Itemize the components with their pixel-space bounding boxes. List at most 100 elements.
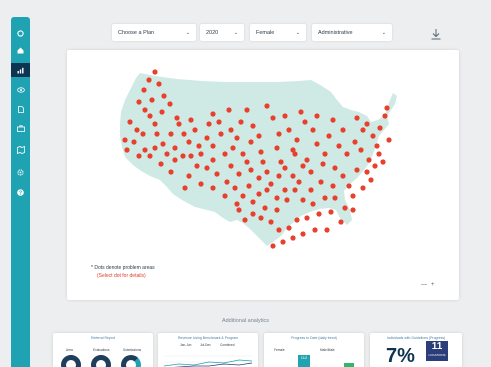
- problem-area-dot[interactable]: [264, 169, 270, 175]
- problem-area-dot[interactable]: [346, 183, 352, 189]
- problem-area-dot[interactable]: [240, 151, 246, 157]
- problem-area-dot[interactable]: [206, 121, 212, 127]
- problem-area-dot[interactable]: [350, 207, 356, 213]
- problem-area-dot[interactable]: [164, 151, 170, 157]
- problem-area-dot[interactable]: [248, 167, 254, 173]
- problem-area-dot[interactable]: [290, 173, 296, 179]
- problem-area-dot[interactable]: [194, 163, 200, 169]
- problem-area-dot[interactable]: [250, 211, 256, 217]
- problem-area-dot[interactable]: [286, 225, 292, 231]
- problem-area-dot[interactable]: [300, 197, 306, 203]
- problem-area-dot[interactable]: [310, 201, 316, 207]
- problem-area-dot[interactable]: [214, 171, 220, 177]
- problem-area-dot[interactable]: [188, 117, 194, 123]
- problem-area-dot[interactable]: [386, 137, 392, 143]
- plan-select[interactable]: Choose a Plan ⌄: [112, 24, 196, 41]
- problem-area-dot[interactable]: [122, 137, 128, 143]
- sidebar-item-circle[interactable]: [11, 26, 30, 40]
- problem-area-dot[interactable]: [384, 105, 390, 111]
- problem-area-dot[interactable]: [296, 179, 302, 185]
- problem-area-dot[interactable]: [350, 193, 356, 199]
- problem-area-dot[interactable]: [280, 239, 286, 245]
- problem-area-dot[interactable]: [236, 171, 242, 177]
- problem-area-dot[interactable]: [264, 103, 270, 109]
- problem-area-dot[interactable]: [158, 161, 164, 167]
- problem-area-dot[interactable]: [256, 191, 262, 197]
- sidebar-item-eye[interactable]: [11, 83, 30, 97]
- problem-area-dot[interactable]: [147, 113, 153, 119]
- problem-area-dot[interactable]: [250, 199, 256, 205]
- problem-area-dot[interactable]: [308, 169, 314, 175]
- problem-area-dot[interactable]: [218, 131, 224, 137]
- problem-area-dot[interactable]: [159, 109, 165, 115]
- problem-area-dot[interactable]: [210, 185, 216, 191]
- problem-area-dot[interactable]: [318, 179, 324, 185]
- problem-area-dot[interactable]: [141, 87, 147, 93]
- problem-area-dot[interactable]: [142, 107, 148, 113]
- problem-area-dot[interactable]: [300, 163, 306, 169]
- problem-area-dot[interactable]: [286, 127, 292, 133]
- problem-area-dot[interactable]: [238, 119, 244, 125]
- problem-area-dot[interactable]: [186, 139, 192, 145]
- problem-area-dot[interactable]: [156, 81, 162, 87]
- problem-area-dot[interactable]: [360, 127, 366, 133]
- problem-area-dot[interactable]: [358, 147, 364, 153]
- problem-area-dot[interactable]: [234, 201, 240, 207]
- problem-area-dot[interactable]: [282, 113, 288, 119]
- problem-area-dot[interactable]: [284, 197, 290, 203]
- problem-area-dot[interactable]: [314, 113, 320, 119]
- problem-area-dot[interactable]: [274, 195, 280, 201]
- problem-area-dot[interactable]: [302, 119, 308, 125]
- sidebar-item-gear[interactable]: [11, 165, 30, 179]
- problem-area-dot[interactable]: [240, 193, 246, 199]
- problem-area-dot[interactable]: [172, 157, 178, 163]
- problem-area-dot[interactable]: [198, 151, 204, 157]
- problem-area-dot[interactable]: [268, 219, 274, 225]
- problem-area-dot[interactable]: [304, 215, 310, 221]
- problem-area-dot[interactable]: [382, 113, 388, 119]
- problem-area-dot[interactable]: [377, 125, 383, 131]
- sidebar-item-briefcase[interactable]: [11, 121, 30, 135]
- problem-area-dot[interactable]: [316, 211, 322, 217]
- problem-area-dot[interactable]: [140, 131, 146, 137]
- problem-area-dot[interactable]: [124, 147, 130, 153]
- problem-area-dot[interactable]: [161, 93, 167, 99]
- problem-area-dot[interactable]: [152, 69, 158, 75]
- problem-area-dot[interactable]: [182, 185, 188, 191]
- problem-area-dot[interactable]: [274, 145, 280, 151]
- problem-area-dot[interactable]: [282, 165, 288, 171]
- problem-area-dot[interactable]: [338, 219, 344, 225]
- problem-area-dot[interactable]: [308, 187, 314, 193]
- problem-area-dot[interactable]: [364, 121, 370, 127]
- problem-area-dot[interactable]: [192, 127, 198, 133]
- problem-area-dot[interactable]: [174, 115, 180, 121]
- zoom-in-button[interactable]: +: [431, 282, 435, 288]
- problem-area-dot[interactable]: [244, 159, 250, 165]
- problem-area-dot[interactable]: [154, 131, 160, 137]
- problem-area-dot[interactable]: [370, 133, 376, 139]
- problem-area-dot[interactable]: [276, 227, 282, 233]
- problem-area-dot[interactable]: [298, 109, 304, 115]
- zoom-out-button[interactable]: —: [421, 282, 427, 288]
- problem-area-dot[interactable]: [366, 157, 372, 163]
- problem-area-dot[interactable]: [149, 97, 155, 103]
- referral-report-card[interactable]: Referral Report Area Evaluations Submiss…: [53, 333, 153, 367]
- problem-area-dot[interactable]: [336, 143, 342, 149]
- problem-area-dot[interactable]: [256, 133, 262, 139]
- problem-area-dot[interactable]: [292, 187, 298, 193]
- problem-area-dot[interactable]: [176, 121, 182, 127]
- problem-area-dot[interactable]: [332, 165, 338, 171]
- problem-area-dot[interactable]: [322, 151, 328, 157]
- problem-area-dot[interactable]: [142, 147, 148, 153]
- problem-area-dot[interactable]: [380, 159, 386, 165]
- sidebar-item-map[interactable]: [11, 143, 30, 157]
- problem-area-dot[interactable]: [147, 153, 153, 159]
- problem-area-dot[interactable]: [242, 217, 248, 223]
- problem-area-dot[interactable]: [372, 163, 378, 169]
- problem-area-dot[interactable]: [368, 177, 374, 183]
- problem-area-dot[interactable]: [342, 205, 348, 211]
- problem-area-dot[interactable]: [210, 157, 216, 163]
- problem-area-dot[interactable]: [352, 139, 358, 145]
- revenue-benchmark-card[interactable]: Revenue Using Benchmark & Program Jan-Ju…: [158, 333, 258, 367]
- problem-area-dot[interactable]: [276, 131, 282, 137]
